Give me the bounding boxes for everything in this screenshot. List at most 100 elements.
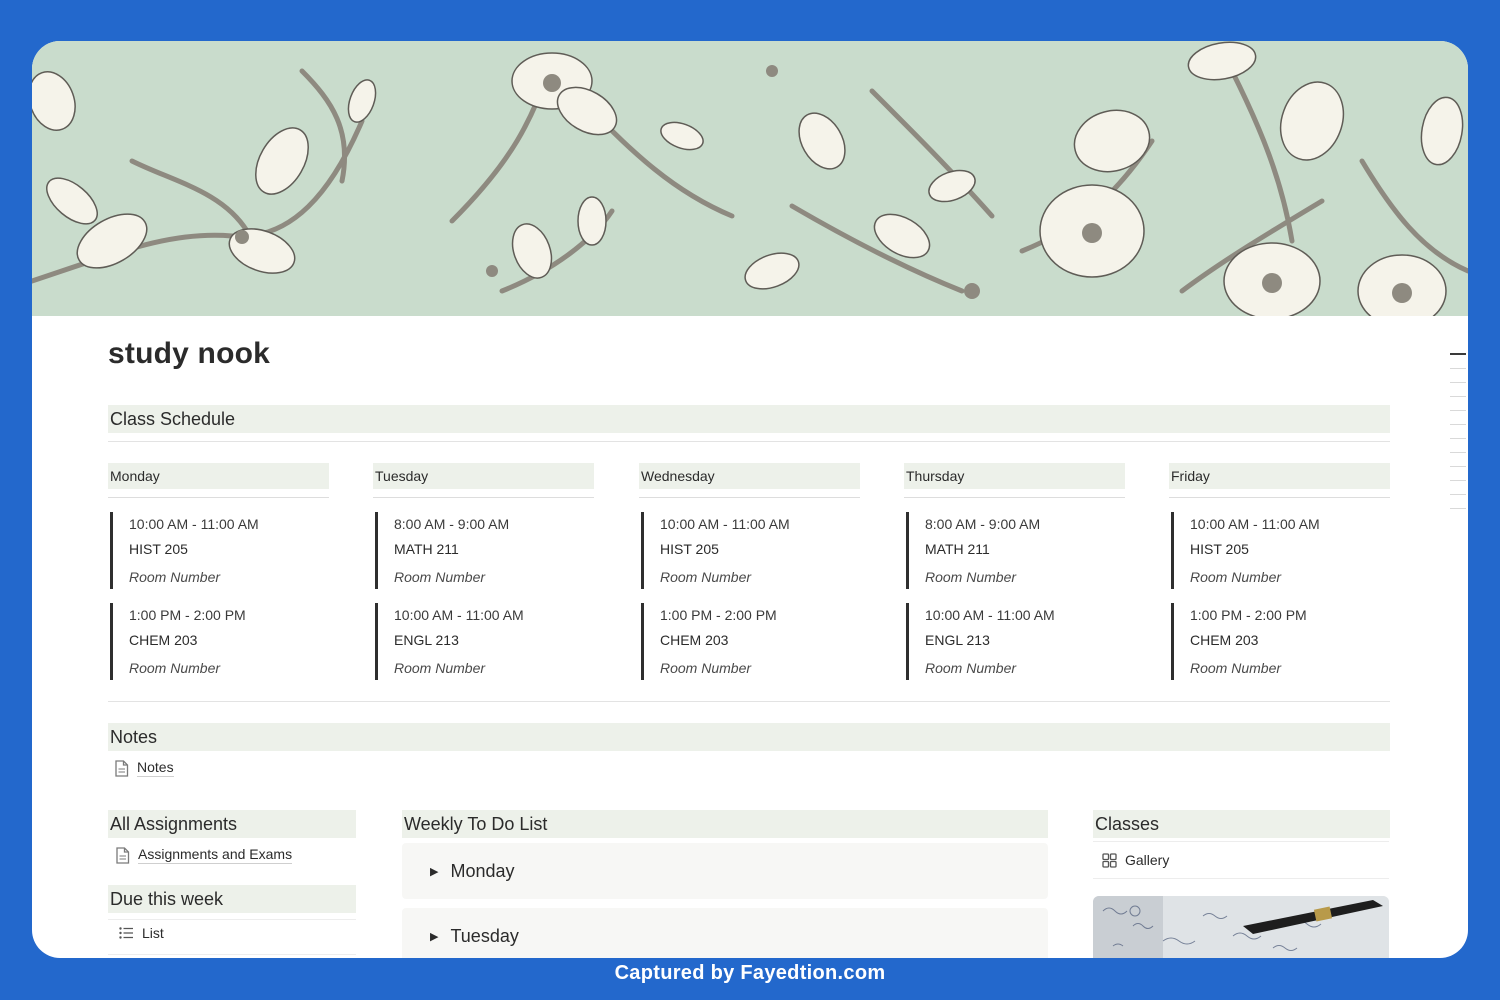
gallery-view-label: Gallery: [1125, 852, 1170, 868]
class-slot[interactable]: 10:00 AM - 11:00 AM HIST 205 Room Number: [641, 512, 860, 589]
page-icon: [115, 759, 129, 777]
day-column-monday: Monday 10:00 AM - 11:00 AM HIST 205 Room…: [108, 463, 329, 680]
due-this-week-header[interactable]: Due this week: [108, 885, 356, 913]
assignments-page-link[interactable]: Assignments and Exams: [115, 846, 293, 864]
toc-marker[interactable]: [1450, 480, 1466, 481]
slot-time: 1:00 PM - 2:00 PM: [129, 607, 246, 623]
toc-marker[interactable]: [1450, 410, 1466, 411]
list-view-label: List: [142, 925, 164, 941]
notion-page: study nook Class Schedule Monday 10:00 A…: [32, 41, 1468, 958]
notes-page-link[interactable]: Notes: [114, 759, 174, 777]
slot-room: Room Number: [394, 660, 486, 676]
divider: [108, 441, 1390, 442]
toc-marker[interactable]: [1450, 368, 1466, 369]
class-slot[interactable]: 1:00 PM - 2:00 PM CHEM 203 Room Number: [110, 603, 329, 680]
capture-caption: Captured by Fayedtion.com: [614, 962, 886, 984]
day-heading[interactable]: Thursday: [904, 463, 1125, 489]
toggle-monday[interactable]: ▶ Monday: [402, 843, 1048, 899]
slot-time: 10:00 AM - 11:00 AM: [925, 607, 1055, 623]
list-view-tab[interactable]: List: [119, 925, 164, 941]
day-heading[interactable]: Tuesday: [373, 463, 594, 489]
slot-room: Room Number: [925, 660, 1017, 676]
slot-course: HIST 205: [660, 541, 719, 557]
slot-time: 10:00 AM - 11:00 AM: [1190, 516, 1320, 532]
slot-room: Room Number: [129, 569, 221, 585]
divider: [108, 701, 1390, 702]
page-icon: [116, 846, 130, 864]
slot-time: 10:00 AM - 11:00 AM: [660, 516, 790, 532]
assignments-link-label: Assignments and Exams: [138, 846, 293, 864]
class-slot[interactable]: 10:00 AM - 11:00 AM HIST 205 Room Number: [1171, 512, 1390, 589]
slot-time: 1:00 PM - 2:00 PM: [660, 607, 777, 623]
class-slot[interactable]: 10:00 AM - 11:00 AM ENGL 213 Room Number: [906, 603, 1125, 680]
triangle-right-icon[interactable]: ▶: [430, 930, 438, 943]
slot-course: MATH 211: [394, 541, 459, 557]
gallery-view-tab[interactable]: Gallery: [1102, 852, 1169, 868]
slot-course: CHEM 203: [660, 632, 729, 648]
slot-course: MATH 211: [925, 541, 990, 557]
gallery-icon: [1102, 852, 1117, 868]
day-heading[interactable]: Wednesday: [639, 463, 860, 489]
toc-marker[interactable]: [1450, 424, 1466, 425]
divider: [639, 497, 860, 498]
toc-marker[interactable]: [1450, 396, 1466, 397]
day-heading[interactable]: Monday: [108, 463, 329, 489]
slot-time: 8:00 AM - 9:00 AM: [394, 516, 510, 532]
day-column-friday: Friday 10:00 AM - 11:00 AM HIST 205 Room…: [1169, 463, 1390, 680]
notes-header[interactable]: Notes: [108, 723, 1390, 751]
magnolia-cover-art: [32, 41, 1468, 316]
toc-marker[interactable]: [1450, 382, 1466, 383]
day-heading[interactable]: Friday: [1169, 463, 1390, 489]
slot-room: Room Number: [394, 569, 486, 585]
day-column-tuesday: Tuesday 8:00 AM - 9:00 AM MATH 211 Room …: [373, 463, 594, 680]
slot-time: 10:00 AM - 11:00 AM: [394, 607, 524, 623]
divider: [373, 497, 594, 498]
slot-room: Room Number: [660, 660, 752, 676]
triangle-right-icon[interactable]: ▶: [430, 865, 438, 878]
toc-marker[interactable]: [1450, 466, 1466, 467]
toc-marker[interactable]: [1450, 452, 1466, 453]
cover-image[interactable]: [32, 41, 1468, 316]
class-schedule-header[interactable]: Class Schedule: [108, 405, 1390, 433]
slot-time: 8:00 AM - 9:00 AM: [925, 516, 1041, 532]
slot-time: 10:00 AM - 11:00 AM: [129, 516, 259, 532]
slot-course: ENGL 213: [925, 632, 990, 648]
classes-header[interactable]: Classes: [1093, 810, 1390, 838]
slot-course: CHEM 203: [1190, 632, 1259, 648]
class-slot[interactable]: 1:00 PM - 2:00 PM CHEM 203 Room Number: [641, 603, 860, 680]
slot-course: ENGL 213: [394, 632, 459, 648]
slot-room: Room Number: [925, 569, 1017, 585]
class-gallery-card[interactable]: [1093, 896, 1389, 958]
divider: [1169, 497, 1390, 498]
slot-time: 1:00 PM - 2:00 PM: [1190, 607, 1307, 623]
all-assignments-header[interactable]: All Assignments: [108, 810, 356, 838]
toc-marker[interactable]: [1450, 494, 1466, 495]
table-of-contents-rail[interactable]: [1450, 353, 1468, 522]
divider: [904, 497, 1125, 498]
class-slot[interactable]: 8:00 AM - 9:00 AM MATH 211 Room Number: [375, 512, 594, 589]
slot-course: CHEM 203: [129, 632, 198, 648]
toc-marker-active[interactable]: [1450, 353, 1466, 355]
divider: [108, 497, 329, 498]
slot-room: Room Number: [129, 660, 221, 676]
toc-marker[interactable]: [1450, 508, 1466, 509]
math-notes-photo: [1093, 896, 1389, 958]
slot-course: HIST 205: [1190, 541, 1249, 557]
class-slot[interactable]: 10:00 AM - 11:00 AM ENGL 213 Room Number: [375, 603, 594, 680]
page-title[interactable]: study nook: [108, 337, 270, 371]
class-slot[interactable]: 10:00 AM - 11:00 AM HIST 205 Room Number: [110, 512, 329, 589]
toggle-label: Monday: [450, 860, 515, 881]
toggle-tuesday[interactable]: ▶ Tuesday: [402, 908, 1048, 958]
slot-course: HIST 205: [129, 541, 188, 557]
toc-marker[interactable]: [1450, 438, 1466, 439]
day-column-wednesday: Wednesday 10:00 AM - 11:00 AM HIST 205 R…: [639, 463, 860, 680]
weekly-todo-header[interactable]: Weekly To Do List: [402, 810, 1048, 838]
class-slot[interactable]: 1:00 PM - 2:00 PM CHEM 203 Room Number: [1171, 603, 1390, 680]
day-column-thursday: Thursday 8:00 AM - 9:00 AM MATH 211 Room…: [904, 463, 1125, 680]
list-icon: [119, 927, 133, 939]
class-slot[interactable]: 8:00 AM - 9:00 AM MATH 211 Room Number: [906, 512, 1125, 589]
slot-room: Room Number: [1190, 660, 1282, 676]
toggle-label: Tuesday: [450, 925, 519, 946]
notes-link-label: Notes: [137, 759, 174, 777]
slot-room: Room Number: [660, 569, 752, 585]
